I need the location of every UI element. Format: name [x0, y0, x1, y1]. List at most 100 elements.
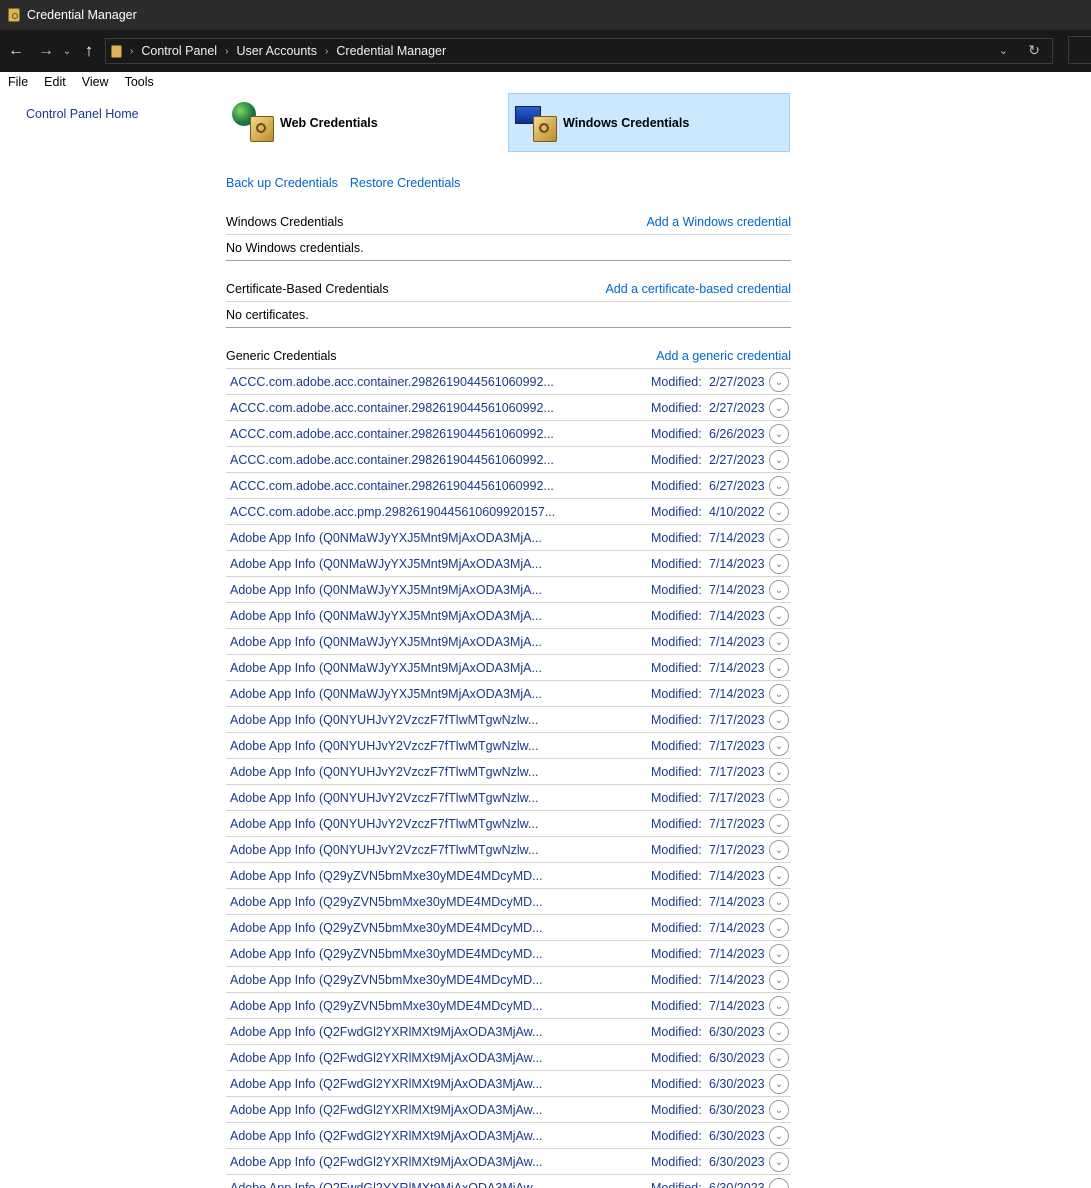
credential-row[interactable]: Adobe App Info (Q0NMaWJyYXJ5Mnt9MjAxODA3…	[226, 681, 791, 707]
add-certificate-credential-link[interactable]: Add a certificate-based credential	[605, 282, 791, 296]
expand-chevron-icon[interactable]: ⌄	[769, 892, 789, 912]
web-credentials-tab[interactable]: Web Credentials	[226, 93, 508, 152]
expand-chevron-icon[interactable]: ⌄	[769, 1074, 789, 1094]
expand-chevron-icon[interactable]: ⌄	[769, 1126, 789, 1146]
expand-chevron-icon[interactable]: ⌄	[769, 1048, 789, 1068]
expand-chevron-icon[interactable]: ⌄	[769, 528, 789, 548]
expand-chevron-icon[interactable]: ⌄	[769, 658, 789, 678]
backup-credentials-link[interactable]: Back up Credentials	[226, 176, 338, 190]
address-bar[interactable]: › Control Panel › User Accounts › Creden…	[105, 38, 1053, 64]
expand-chevron-icon[interactable]: ⌄	[769, 398, 789, 418]
expand-chevron-icon[interactable]: ⌄	[769, 944, 789, 964]
search-input[interactable]	[1068, 36, 1091, 64]
address-dropdown-icon[interactable]: ⌄	[999, 44, 1008, 57]
credential-row[interactable]: Adobe App Info (Q0NYUHJvY2VzczF7fTlwMTgw…	[226, 733, 791, 759]
credential-row[interactable]: Adobe App Info (Q2FwdGl2YXRlMXt9MjAxODA3…	[226, 1175, 791, 1188]
credential-row[interactable]: Adobe App Info (Q0NMaWJyYXJ5Mnt9MjAxODA3…	[226, 551, 791, 577]
credential-row[interactable]: ACCC.com.adobe.acc.container.29826190445…	[226, 395, 791, 421]
expand-chevron-icon[interactable]: ⌄	[769, 580, 789, 600]
credential-row[interactable]: Adobe App Info (Q0NMaWJyYXJ5Mnt9MjAxODA3…	[226, 603, 791, 629]
breadcrumb-separator-icon[interactable]: ›	[130, 46, 133, 57]
expand-chevron-icon[interactable]: ⌄	[769, 476, 789, 496]
menu-view[interactable]: View	[74, 75, 117, 89]
expand-chevron-icon[interactable]: ⌄	[769, 866, 789, 886]
windows-credentials-tab[interactable]: Windows Credentials	[508, 93, 790, 152]
expand-chevron-icon[interactable]: ⌄	[769, 710, 789, 730]
expand-chevron-icon[interactable]: ⌄	[769, 684, 789, 704]
breadcrumb-credential-manager[interactable]: Credential Manager	[336, 44, 446, 58]
expand-chevron-icon[interactable]: ⌄	[769, 632, 789, 652]
breadcrumb-control-panel[interactable]: Control Panel	[141, 44, 217, 58]
credential-row[interactable]: Adobe App Info (Q0NYUHJvY2VzczF7fTlwMTgw…	[226, 785, 791, 811]
credential-row[interactable]: Adobe App Info (Q2FwdGl2YXRlMXt9MjAxODA3…	[226, 1123, 791, 1149]
forward-arrow-icon[interactable]: →	[34, 39, 58, 63]
breadcrumb-separator-icon[interactable]: ›	[225, 46, 228, 57]
credential-row[interactable]: Adobe App Info (Q29yZVN5bmMxe30yMDE4MDcy…	[226, 993, 791, 1019]
credential-row[interactable]: Adobe App Info (Q29yZVN5bmMxe30yMDE4MDcy…	[226, 941, 791, 967]
expand-chevron-icon[interactable]: ⌄	[769, 606, 789, 626]
credential-name: Adobe App Info (Q29yZVN5bmMxe30yMDE4MDcy…	[230, 920, 543, 935]
menu-edit[interactable]: Edit	[36, 75, 74, 89]
expand-chevron-icon[interactable]: ⌄	[769, 996, 789, 1016]
modified-label: Modified:	[651, 712, 702, 727]
credential-row[interactable]: ACCC.com.adobe.acc.container.29826190445…	[226, 421, 791, 447]
modified-label: Modified:	[651, 816, 702, 831]
menu-file[interactable]: File	[0, 75, 36, 89]
menu-tools[interactable]: Tools	[117, 75, 162, 89]
breadcrumb-separator-icon[interactable]: ›	[325, 46, 328, 57]
credential-name: Adobe App Info (Q29yZVN5bmMxe30yMDE4MDcy…	[230, 894, 543, 909]
control-panel-home-link[interactable]: Control Panel Home	[26, 107, 139, 121]
credential-row[interactable]: Adobe App Info (Q0NYUHJvY2VzczF7fTlwMTgw…	[226, 707, 791, 733]
refresh-icon[interactable]: ↻	[1028, 42, 1040, 59]
credential-row[interactable]: Adobe App Info (Q2FwdGl2YXRlMXt9MjAxODA3…	[226, 1071, 791, 1097]
credential-row[interactable]: Adobe App Info (Q29yZVN5bmMxe30yMDE4MDcy…	[226, 967, 791, 993]
expand-chevron-icon[interactable]: ⌄	[769, 1178, 789, 1188]
credential-row[interactable]: Adobe App Info (Q2FwdGl2YXRlMXt9MjAxODA3…	[226, 1097, 791, 1123]
add-generic-credential-link[interactable]: Add a generic credential	[656, 349, 791, 363]
credential-row[interactable]: Adobe App Info (Q0NYUHJvY2VzczF7fTlwMTgw…	[226, 837, 791, 863]
credential-row[interactable]: ACCC.com.adobe.acc.container.29826190445…	[226, 369, 791, 395]
credential-row[interactable]: Adobe App Info (Q0NYUHJvY2VzczF7fTlwMTgw…	[226, 811, 791, 837]
expand-chevron-icon[interactable]: ⌄	[769, 1100, 789, 1120]
credential-row[interactable]: ACCC.com.adobe.acc.container.29826190445…	[226, 473, 791, 499]
expand-chevron-icon[interactable]: ⌄	[769, 788, 789, 808]
restore-credentials-link[interactable]: Restore Credentials	[350, 176, 460, 190]
credential-row[interactable]: Adobe App Info (Q0NMaWJyYXJ5Mnt9MjAxODA3…	[226, 525, 791, 551]
modified-date: 6/27/2023	[709, 478, 765, 493]
credential-row[interactable]: Adobe App Info (Q0NYUHJvY2VzczF7fTlwMTgw…	[226, 759, 791, 785]
expand-chevron-icon[interactable]: ⌄	[769, 1152, 789, 1172]
expand-chevron-icon[interactable]: ⌄	[769, 502, 789, 522]
credential-row[interactable]: Adobe App Info (Q0NMaWJyYXJ5Mnt9MjAxODA3…	[226, 577, 791, 603]
modified-date: 7/14/2023	[709, 582, 765, 597]
credential-row[interactable]: Adobe App Info (Q29yZVN5bmMxe30yMDE4MDcy…	[226, 889, 791, 915]
credential-row[interactable]: Adobe App Info (Q0NMaWJyYXJ5Mnt9MjAxODA3…	[226, 655, 791, 681]
modified-date: 7/14/2023	[709, 634, 765, 649]
credential-row[interactable]: Adobe App Info (Q2FwdGl2YXRlMXt9MjAxODA3…	[226, 1149, 791, 1175]
expand-chevron-icon[interactable]: ⌄	[769, 424, 789, 444]
expand-chevron-icon[interactable]: ⌄	[769, 450, 789, 470]
expand-chevron-icon[interactable]: ⌄	[769, 918, 789, 938]
modified-label: Modified:	[651, 1050, 702, 1065]
expand-chevron-icon[interactable]: ⌄	[769, 814, 789, 834]
credential-row[interactable]: ACCC.com.adobe.acc.pmp.29826190445610609…	[226, 499, 791, 525]
recent-dropdown-icon[interactable]: ⌄	[60, 39, 74, 63]
generic-credentials-section: Generic Credentials Add a generic creden…	[226, 343, 791, 1188]
credential-row[interactable]: Adobe App Info (Q29yZVN5bmMxe30yMDE4MDcy…	[226, 915, 791, 941]
credential-row[interactable]: Adobe App Info (Q0NMaWJyYXJ5Mnt9MjAxODA3…	[226, 629, 791, 655]
modified-label: Modified:	[651, 374, 702, 389]
expand-chevron-icon[interactable]: ⌄	[769, 736, 789, 756]
expand-chevron-icon[interactable]: ⌄	[769, 970, 789, 990]
expand-chevron-icon[interactable]: ⌄	[769, 554, 789, 574]
breadcrumb-user-accounts[interactable]: User Accounts	[236, 44, 317, 58]
credential-row[interactable]: Adobe App Info (Q2FwdGl2YXRlMXt9MjAxODA3…	[226, 1045, 791, 1071]
back-arrow-icon[interactable]: ←	[4, 39, 28, 63]
credential-row[interactable]: Adobe App Info (Q2FwdGl2YXRlMXt9MjAxODA3…	[226, 1019, 791, 1045]
up-arrow-icon[interactable]: ↑	[77, 39, 101, 63]
expand-chevron-icon[interactable]: ⌄	[769, 840, 789, 860]
expand-chevron-icon[interactable]: ⌄	[769, 372, 789, 392]
add-windows-credential-link[interactable]: Add a Windows credential	[646, 215, 791, 229]
credential-row[interactable]: Adobe App Info (Q29yZVN5bmMxe30yMDE4MDcy…	[226, 863, 791, 889]
expand-chevron-icon[interactable]: ⌄	[769, 1022, 789, 1042]
expand-chevron-icon[interactable]: ⌄	[769, 762, 789, 782]
credential-row[interactable]: ACCC.com.adobe.acc.container.29826190445…	[226, 447, 791, 473]
